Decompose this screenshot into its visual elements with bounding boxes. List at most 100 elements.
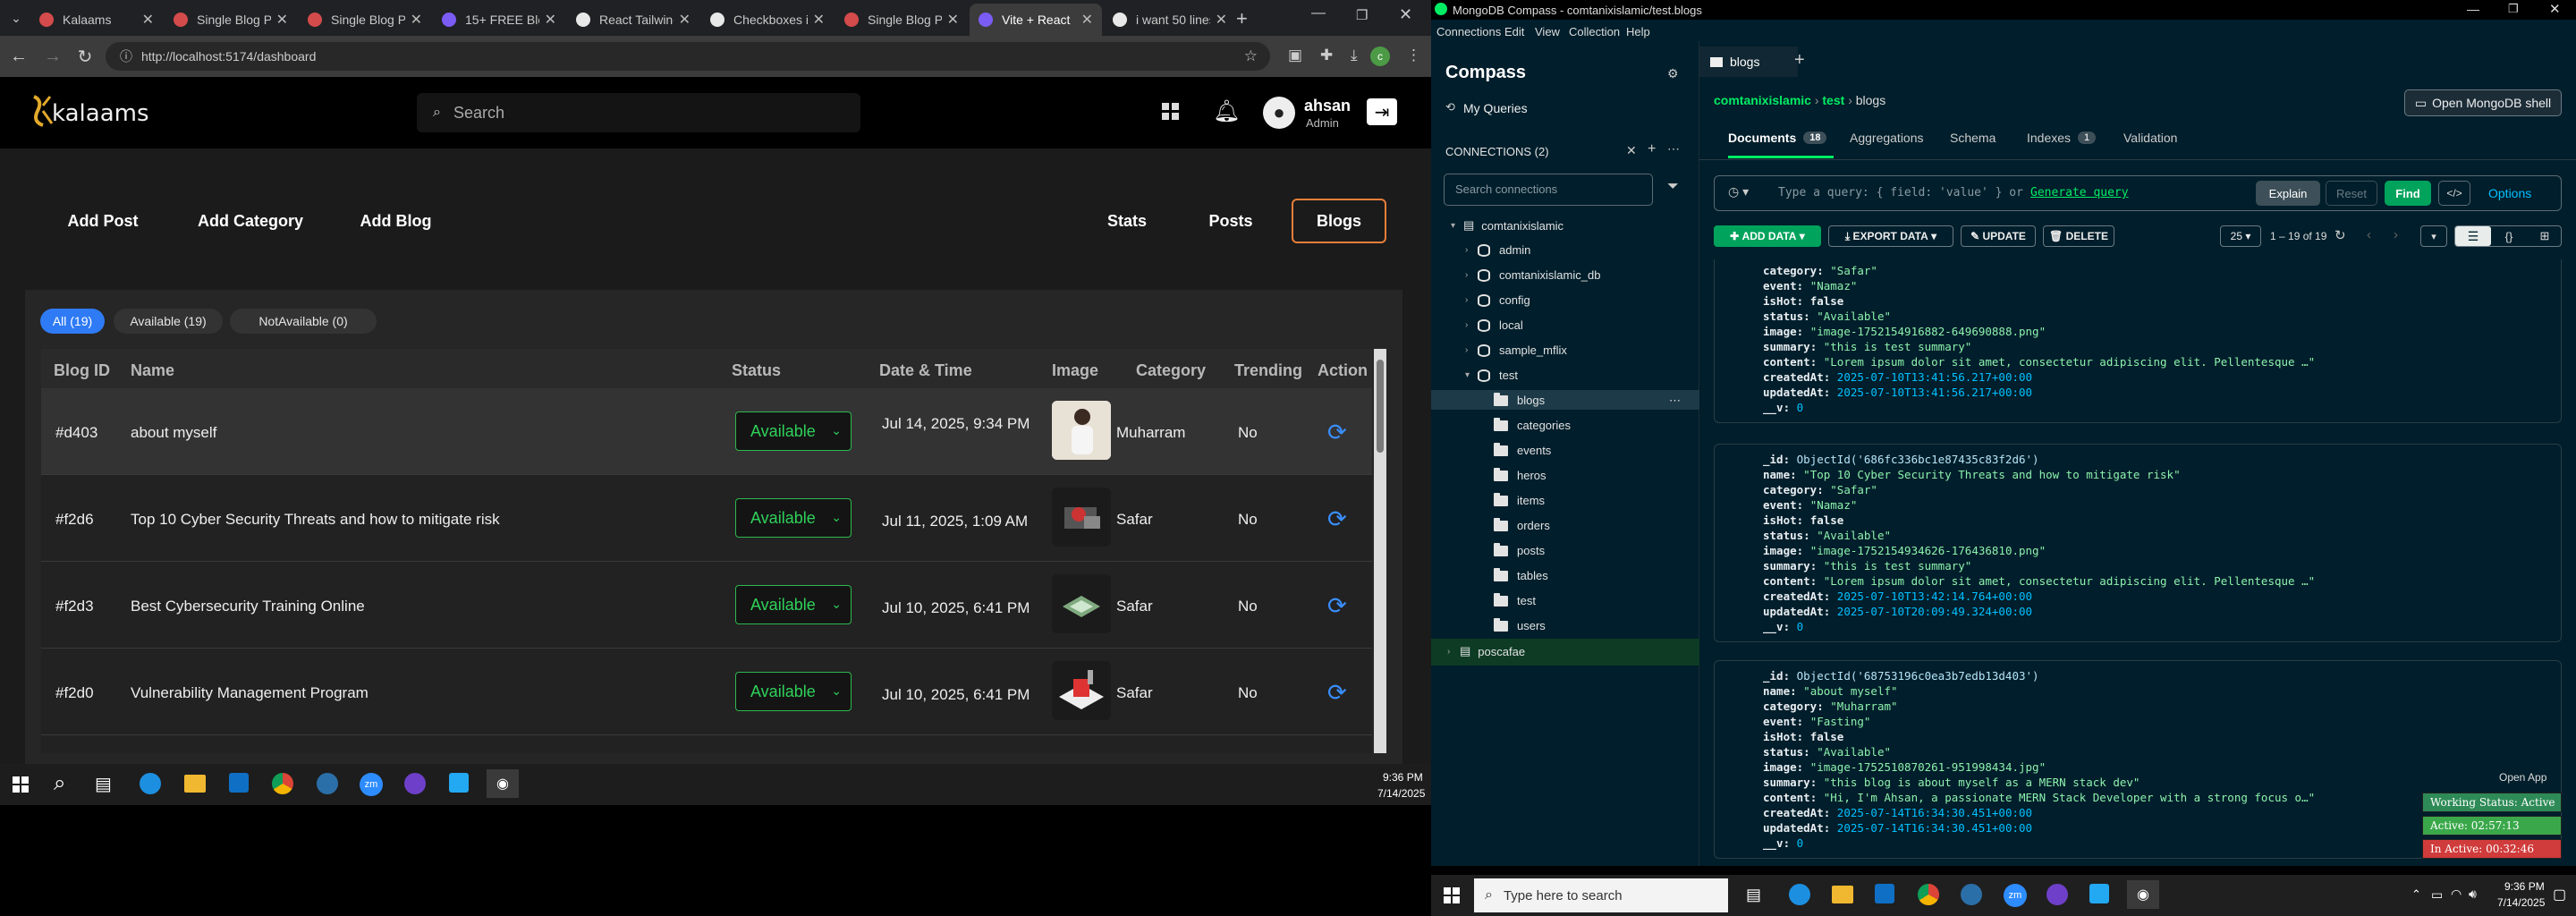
subtab-schema[interactable]: Schema — [1950, 131, 1996, 145]
filter-available-chip[interactable]: Available (19) — [114, 309, 223, 334]
notification-center-icon[interactable]: ▢ — [2553, 886, 2566, 903]
tree-collection[interactable]: events — [1481, 442, 1551, 457]
query-history-icon[interactable]: ◷ ▾ — [1728, 184, 1749, 199]
task-view-icon[interactable]: ▤ — [95, 773, 112, 795]
tree-collection[interactable]: users — [1481, 617, 1546, 632]
windows-start-icon[interactable] — [13, 776, 29, 793]
menu-view[interactable]: View — [1535, 25, 1560, 38]
chrome-icon-right[interactable] — [1918, 884, 1939, 905]
add-blog-button[interactable]: Add Blog — [349, 199, 443, 243]
vscode-icon-right[interactable] — [2089, 884, 2109, 903]
menu-connections[interactable]: Connections — [1436, 25, 1501, 38]
puzzle-icon[interactable]: ✚ — [1320, 47, 1333, 64]
browser-tab[interactable]: Single Blog Po ✕ — [835, 4, 968, 36]
browser-tab[interactable]: Checkboxes in ✕ — [701, 4, 834, 36]
extension-icon[interactable]: ▣ — [1288, 47, 1302, 64]
tab-close-icon[interactable]: ✕ — [411, 11, 422, 29]
export-data-button[interactable]: ⤓ EXPORT DATA ▾ — [1828, 225, 1953, 247]
document-card[interactable]: category: "Safar" event: "Namaz" isHot: fa… — [1714, 259, 2562, 423]
user-avatar[interactable]: ● — [1263, 97, 1295, 129]
site-search-input[interactable]: ⌕ Search — [417, 93, 860, 132]
add-data-button[interactable]: ✚ ADD DATA ▾ — [1714, 225, 1821, 247]
close-icon[interactable]: ✕ — [1399, 5, 1412, 24]
tree-database[interactable]: › sample_mflix — [1465, 344, 1567, 357]
posts-button[interactable]: Posts — [1193, 199, 1268, 243]
table-row[interactable]: #f2d0 Vulnerability Management Program Ava… — [41, 649, 1372, 735]
tab-close-icon[interactable]: ✕ — [1081, 11, 1093, 29]
tree-database[interactable]: › local — [1465, 318, 1523, 332]
prev-page-icon[interactable]: ‹ — [2367, 227, 2371, 242]
cm-close-icon[interactable]: ✕ — [2549, 1, 2561, 17]
view-dropdown-icon[interactable]: ▾ — [2420, 225, 2447, 247]
connections-more-icon[interactable]: ⋯ — [1667, 141, 1680, 157]
maximize-icon[interactable]: ❐ — [1356, 7, 1368, 23]
store-icon[interactable] — [229, 773, 249, 793]
file-explorer-icon-right[interactable] — [1832, 886, 1853, 903]
new-tab-plus-icon[interactable]: + — [1794, 50, 1805, 71]
tree-collection[interactable]: blogs — [1481, 392, 1545, 407]
new-tab-icon[interactable]: + — [1236, 7, 1248, 30]
app-icon-1[interactable] — [317, 773, 338, 794]
zoom-icon[interactable]: zm — [360, 773, 383, 796]
table-scroll-thumb[interactable] — [1377, 360, 1384, 453]
browser-tab[interactable]: i want 50 lines ✕ — [1104, 4, 1236, 36]
vscode-icon[interactable] — [449, 773, 469, 793]
refresh-action-icon[interactable]: ⟳ — [1327, 592, 1347, 620]
windows-search-box[interactable]: ⌕ Type here to search — [1474, 878, 1728, 912]
query-input[interactable]: Type a query: { field: 'value' } or — [1778, 186, 2023, 199]
profile-avatar[interactable]: c — [1370, 47, 1390, 66]
refresh-action-icon[interactable]: ⟳ — [1327, 505, 1347, 533]
browser-tab[interactable]: Kalaams ✕ — [30, 4, 163, 36]
windows-start-icon-right[interactable] — [1444, 887, 1460, 903]
table-row[interactable]: #d403 about myself Available ⌄ Jul 14, 2025,… — [41, 388, 1372, 475]
address-bar[interactable]: ⓘ http://localhost:5174/dashboard ☆ — [106, 42, 1270, 71]
tree-collection[interactable]: posts — [1481, 542, 1545, 557]
store-icon-right[interactable] — [1875, 884, 1894, 903]
document-card[interactable]: _id: ObjectId('686fc336bc1e87435c83f2d6'… — [1714, 444, 2562, 642]
tab-close-icon[interactable]: ✕ — [679, 11, 691, 29]
forward-icon[interactable]: → — [41, 45, 64, 68]
filter-icon[interactable]: ⏷ — [1667, 179, 1679, 195]
filter-notavailable-chip[interactable]: NotAvailable (0) — [230, 309, 377, 334]
menu-kebab-icon[interactable]: ⋮ — [1406, 47, 1421, 64]
active-app-icon-right[interactable]: ◉ — [2127, 880, 2159, 909]
add-post-button[interactable]: Add Post — [54, 199, 152, 243]
json-view-icon[interactable]: {} — [2491, 226, 2527, 246]
menu-help[interactable]: Help — [1626, 25, 1650, 38]
task-view-icon-right[interactable]: ▤ — [1746, 886, 1761, 904]
bookmark-star-icon[interactable]: ☆ — [1244, 47, 1258, 65]
tree-collection[interactable]: categories — [1481, 417, 1571, 432]
next-page-icon[interactable]: › — [2394, 227, 2398, 242]
find-button[interactable]: Find — [2385, 181, 2431, 206]
table-row[interactable]: #f2d6 Top 10 Cyber Security Threats and h… — [41, 475, 1372, 562]
tab-close-icon[interactable]: ✕ — [276, 11, 288, 29]
open-app-label[interactable]: Open App — [2499, 771, 2546, 784]
cm-maximize-icon[interactable]: ❐ — [2508, 2, 2519, 16]
site-info-icon[interactable]: ⓘ — [120, 47, 132, 65]
tree-database[interactable]: › admin — [1465, 243, 1530, 257]
browser-tab[interactable]: 15+ FREE Blog ✕ — [433, 4, 565, 36]
tree-database[interactable]: › comtanixislamic_db — [1465, 268, 1600, 282]
tab-close-icon[interactable]: ✕ — [947, 11, 959, 29]
add-connection-icon[interactable]: + — [1648, 141, 1656, 157]
tree-database[interactable]: › config — [1465, 293, 1530, 307]
tree-connection-other[interactable]: › ▤ poscafae — [1447, 644, 1525, 658]
collection-tab[interactable]: blogs — [1699, 47, 1798, 77]
zoom-icon-right[interactable]: zm — [2004, 884, 2027, 907]
breadcrumb-db[interactable]: test — [1822, 93, 1844, 107]
generate-query-link[interactable]: Generate query — [2030, 186, 2129, 199]
active-app-icon[interactable]: ◉ — [487, 769, 519, 798]
app-icon-right[interactable] — [1961, 884, 1982, 905]
file-explorer-icon[interactable] — [184, 775, 206, 793]
reload-icon[interactable]: ↻ — [73, 45, 97, 68]
tab-close-icon[interactable]: ✕ — [1216, 11, 1227, 29]
subtab-documents[interactable]: Documents 18 — [1728, 131, 1834, 158]
edge-icon-right[interactable] — [1789, 884, 1810, 905]
status-select[interactable]: Available ⌄ — [735, 411, 852, 451]
battery-icon[interactable]: ▭ — [2431, 887, 2443, 903]
collection-more-icon[interactable]: ⋯ — [1669, 394, 1681, 408]
tree-collection[interactable]: items — [1481, 492, 1545, 507]
list-view-icon[interactable]: ☰ — [2455, 226, 2491, 246]
settings-gear-icon[interactable]: ⚙ — [1667, 66, 1679, 81]
refresh-icon[interactable]: ↻ — [2334, 227, 2346, 243]
